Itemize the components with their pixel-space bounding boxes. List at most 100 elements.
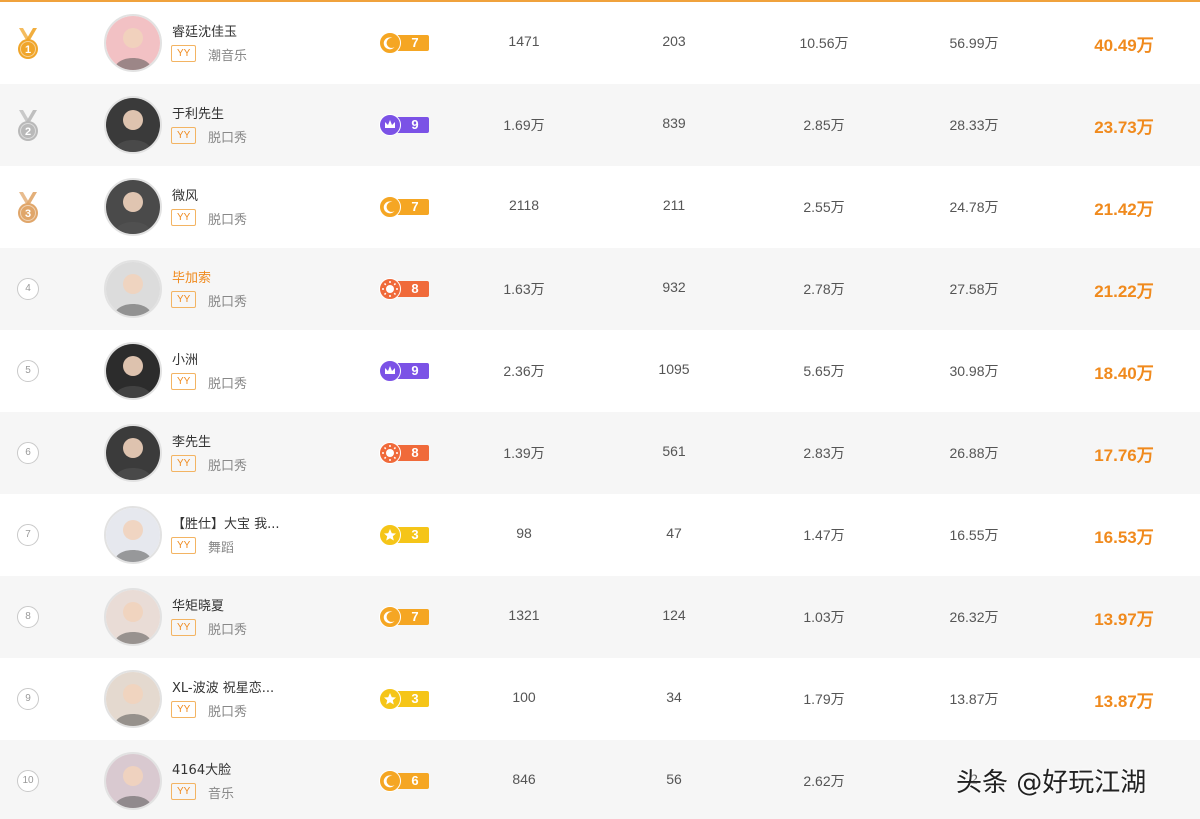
stat-cell-c2: 47 [666,525,682,541]
level-badge: 7 [379,32,431,54]
streamer-name[interactable]: 于利先生 [172,103,224,122]
streamer-name[interactable]: 李先生 [172,431,211,450]
table-row[interactable]: 2 于利先生 YY 脱口秀 9 1.69万 839 2.85万 28.33万 23.73万 [0,84,1200,166]
stat-cell-c2: 561 [662,443,686,459]
streamer-name[interactable]: 小洲 [172,349,198,368]
level-badge: 3 [379,524,431,546]
platform-badge: YY [171,127,197,144]
table-row[interactable]: 4 毕加索 YY 脱口秀 8 1.63万 932 2.78万 27.58万 21.22万 [0,248,1200,330]
platform-badge: YY [171,619,197,636]
table-row[interactable]: 5 小洲 YY 脱口秀 9 2.36万 1095 5.65万 30.98万 18.40万 [0,330,1200,412]
total-value: 16.53万 [1094,528,1154,547]
streamer-name[interactable]: 【胜仕】大宝 我... [172,513,280,532]
avatar[interactable] [104,588,162,646]
category-label: 脱口秀 [208,213,248,228]
category-label: 脱口秀 [208,377,248,392]
table-row[interactable]: 9 XL-波波 祝星恋... YY 脱口秀 3 100 34 1.79万 13.87万 13.87… [0,658,1200,740]
table-row[interactable]: 7 【胜仕】大宝 我... YY 舞蹈 3 98 47 1.47万 16.55万 16.53万 [0,494,1200,576]
stat-cell-c1: 846 [512,771,536,787]
stat-cell-c4: 56.99万 [949,35,999,51]
stat-cell-c2: 203 [662,33,686,49]
category-label: 音乐 [208,787,235,802]
table-row[interactable]: 6 李先生 YY 脱口秀 8 1.39万 561 2.83万 26.88万 17.76万 [0,412,1200,494]
crown-icon [379,360,401,382]
platform-badge: YY [171,783,197,800]
level-number: 7 [411,199,419,214]
stat-cell-c2: 1095 [658,361,690,377]
level-number: 9 [411,363,419,378]
stat-cell-c1: 1321 [508,607,540,623]
total-value: 40.49万 [1094,36,1154,55]
stat-cell-c3: 5.65万 [803,363,845,379]
stat-cell-c1: 1.63万 [503,281,545,297]
total-value: 13.87万 [1094,692,1154,711]
stat-cell-c4: 26.32万 [949,609,999,625]
level-number: 8 [411,445,419,460]
level-number: 7 [411,35,419,50]
table-row[interactable]: 8 华矩晓夏 YY 脱口秀 7 1321 124 1.03万 26.32万 13.97万 [0,576,1200,658]
stat-cell-c4: 28.33万 [949,117,999,133]
star-icon [379,524,401,546]
level-badge: 9 [379,114,431,136]
gold-medal-icon: 1 [14,28,42,60]
total-value: 17.76万 [1094,446,1154,465]
table-row[interactable]: 1 睿廷沈佳玉 YY 潮音乐 7 1471 203 10.56万 56.99万 40.49万 [0,2,1200,84]
platform-badge: YY [171,45,197,62]
stat-cell-c2: 124 [662,607,686,623]
stat-cell-c1: 1.39万 [503,445,545,461]
streamer-name[interactable]: XL-波波 祝星恋... [172,677,274,696]
stat-cell-c3: 1.47万 [803,527,845,543]
level-badge: 8 [379,278,431,300]
level-number: 8 [411,281,419,296]
stat-cell-c2: 932 [662,279,686,295]
level-badge: 6 [379,770,431,792]
svg-text:2: 2 [25,126,31,138]
stat-cell-c4: 16.55万 [949,527,999,543]
avatar[interactable] [104,670,162,728]
stat-cell-c3: 1.79万 [803,691,845,707]
avatar[interactable] [104,260,162,318]
avatar[interactable] [104,342,162,400]
rank-number: 9 [17,688,39,710]
streamer-name[interactable]: 微风 [172,185,198,204]
level-badge: 7 [379,606,431,628]
category-label: 脱口秀 [208,131,248,146]
stat-cell-c1: 98 [516,525,532,541]
stat-cell-c4: 30.98万 [949,363,999,379]
rank-number: 8 [17,606,39,628]
stat-cell-c4: 13.87万 [949,691,999,707]
streamer-name[interactable]: 华矩晓夏 [172,595,224,614]
avatar[interactable] [104,506,162,564]
stat-cell-c4: 26.88万 [949,445,999,461]
stat-cell-c1: 2.36万 [503,363,545,379]
stat-cell-c2: 34 [666,689,682,705]
avatar[interactable] [104,424,162,482]
total-value: 21.42万 [1094,200,1154,219]
avatar[interactable] [104,178,162,236]
platform-badge: YY [171,701,197,718]
stat-cell-c3: 2.83万 [803,445,845,461]
category-label: 脱口秀 [208,295,248,310]
total-value: 13.97万 [1094,610,1154,629]
level-number: 6 [411,773,419,788]
stat-cell-c3: 10.56万 [799,35,849,51]
rank-number: 5 [17,360,39,382]
stat-cell-c2: 211 [662,197,686,213]
avatar[interactable] [104,752,162,810]
table-row[interactable]: 3 微风 YY 脱口秀 7 2118 211 2.55万 24.78万 21.42万 [0,166,1200,248]
avatar[interactable] [104,96,162,154]
category-label: 舞蹈 [208,541,235,556]
total-value: 18.40万 [1094,364,1154,383]
crown-icon [379,114,401,136]
ranking-list: 1 睿廷沈佳玉 YY 潮音乐 7 1471 203 10.56万 56.99万 40.49万 2 于利… [0,2,1200,819]
level-badge: 7 [379,196,431,218]
rank-number: 6 [17,442,39,464]
streamer-name[interactable]: 4164大脸 [172,759,231,778]
bronze-medal-icon: 3 [14,192,42,224]
silver-medal-icon: 2 [14,110,42,142]
avatar[interactable] [104,14,162,72]
streamer-name[interactable]: 睿廷沈佳玉 [172,21,237,40]
streamer-name[interactable]: 毕加索 [172,267,211,286]
moon-icon [379,196,401,218]
stat-cell-c4: 27.58万 [949,281,999,297]
